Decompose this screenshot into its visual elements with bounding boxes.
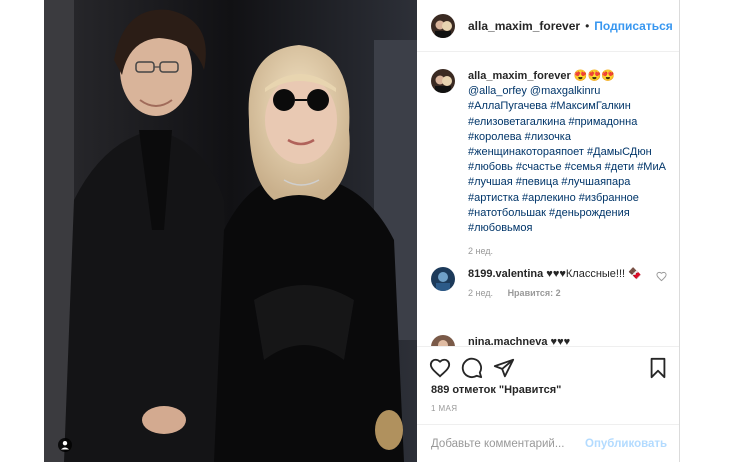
share-icon[interactable]: [493, 357, 515, 379]
avatar[interactable]: [431, 69, 455, 93]
caption-username[interactable]: alla_maxim_forever: [468, 70, 571, 82]
comment-body: ♥♥♥: [550, 336, 571, 346]
comment-time[interactable]: 2 нед.: [468, 288, 493, 298]
bookmark-icon[interactable]: [647, 357, 669, 379]
caption-time[interactable]: 2 нед.: [468, 246, 671, 256]
caption-row: alla_maxim_forever 😍😍😍 @alla_orfey @maxg…: [431, 69, 671, 256]
comment-text: 8199.valentina ♥♥♥Классные!!! 🍫: [468, 267, 658, 282]
post-header: alla_maxim_forever • Подписаться: [417, 0, 679, 52]
comment-icon[interactable]: [461, 357, 483, 379]
comment-username[interactable]: nina.machneva: [468, 336, 547, 346]
caption-emoji: 😍😍😍: [573, 70, 615, 82]
comment-row: 8199.valentina ♥♥♥Классные!!! 🍫 2 нед. Н…: [431, 267, 671, 298]
comment-like-icon[interactable]: [656, 271, 667, 282]
add-comment-bar: Опубликовать: [417, 424, 679, 462]
comment-meta: 2 нед. Нравится: 2: [468, 288, 658, 298]
avatar[interactable]: [431, 335, 455, 346]
likes-count[interactable]: 889 отметок "Нравится": [431, 384, 561, 396]
header-separator: •: [585, 18, 590, 33]
caption-hashtags[interactable]: #АллаПугачева #МаксимГалкин #елизоветага…: [468, 100, 666, 234]
post-photo-image: [44, 0, 417, 462]
instagram-post-modal: alla_maxim_forever • Подписаться alla_ma…: [0, 0, 730, 462]
post-date[interactable]: 1 МАЯ: [431, 404, 457, 413]
comment-text: nina.machneva ♥♥♥: [468, 335, 570, 346]
header-username[interactable]: alla_maxim_forever: [468, 19, 580, 33]
caption-mentions[interactable]: @alla_orfey @maxgalkinru: [468, 85, 600, 97]
avatar[interactable]: [431, 267, 455, 291]
post-comment-button[interactable]: Опубликовать: [585, 438, 667, 450]
user-tag-icon[interactable]: [58, 438, 72, 452]
comment-username[interactable]: 8199.valentina: [468, 268, 543, 280]
comment-likes[interactable]: Нравится: 2: [508, 288, 561, 298]
avatar[interactable]: [431, 13, 455, 38]
comment-body: ♥♥♥Классные!!! 🍫: [546, 268, 642, 280]
caption-text: alla_maxim_forever 😍😍😍 @alla_orfey @maxg…: [468, 69, 671, 236]
post-side-panel: alla_maxim_forever • Подписаться alla_ma…: [417, 0, 680, 462]
post-photo[interactable]: [44, 0, 417, 462]
heart-icon[interactable]: [429, 357, 451, 379]
add-comment-input[interactable]: [431, 437, 585, 450]
comment-row: nina.machneva ♥♥♥: [431, 335, 671, 346]
follow-button[interactable]: Подписаться: [594, 19, 672, 33]
comments-list[interactable]: alla_maxim_forever 😍😍😍 @alla_orfey @maxg…: [417, 53, 679, 346]
